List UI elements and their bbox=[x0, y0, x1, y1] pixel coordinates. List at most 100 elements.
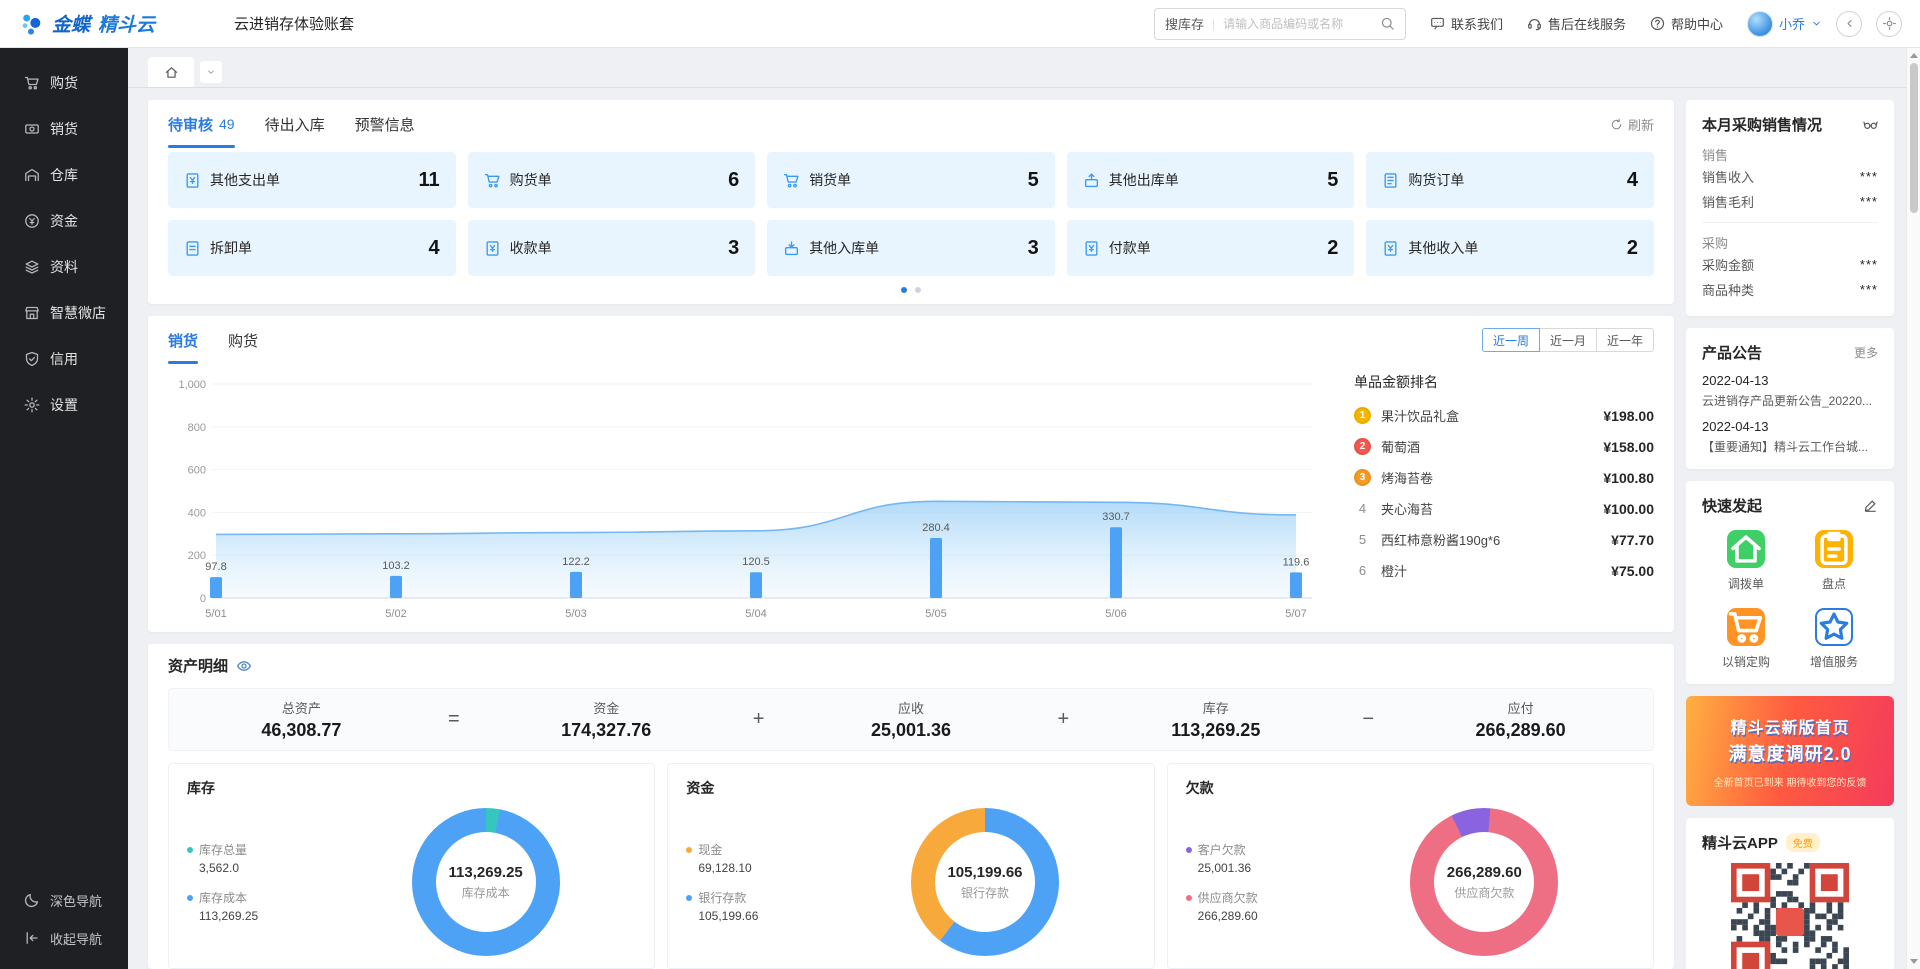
header-link-1[interactable]: 售后在线服务 bbox=[1527, 14, 1626, 33]
sales-chart-area: 02004006008001,00097.8103.2122.2120.5280… bbox=[168, 366, 1330, 622]
sidebar-item-5[interactable]: 智慧微店 bbox=[0, 290, 128, 336]
quick-action-0[interactable]: 调拨单 bbox=[1702, 530, 1790, 592]
glasses-icon[interactable] bbox=[1863, 117, 1878, 132]
sidebar-item-1[interactable]: 销货 bbox=[0, 106, 128, 152]
todo-tile-7[interactable]: 其他入库单 3 bbox=[767, 220, 1055, 276]
search-box[interactable]: 搜库存 | bbox=[1154, 8, 1406, 40]
sidebar-item-4[interactable]: 资料 bbox=[0, 244, 128, 290]
formula-value: 25,001.36 bbox=[779, 720, 1044, 741]
ranking-row-5[interactable]: 6 橙汁 ¥75.00 bbox=[1354, 555, 1654, 586]
range-button-2[interactable]: 近一年 bbox=[1596, 328, 1654, 352]
sidebar-footer-item-0[interactable]: 深色导航 bbox=[0, 881, 128, 919]
panel-legend: 现金 69,128.10 银行存款 105,199.66 bbox=[686, 841, 834, 923]
todo-tile-1[interactable]: 购货单 6 bbox=[468, 152, 756, 208]
quick-card-title: 快速发起 bbox=[1702, 495, 1762, 516]
header-link-0[interactable]: 联系我们 bbox=[1430, 14, 1503, 33]
search-input[interactable] bbox=[1223, 17, 1372, 31]
tab-dropdown-button[interactable] bbox=[200, 61, 222, 83]
scrollbar-thumb[interactable] bbox=[1910, 63, 1918, 213]
eye-icon[interactable] bbox=[236, 658, 252, 674]
chart-body: 02004006008001,00097.8103.2122.2120.5280… bbox=[148, 364, 1674, 632]
search-icon[interactable] bbox=[1380, 16, 1395, 31]
quick-action-2[interactable]: 以销定购 bbox=[1702, 608, 1790, 670]
range-button-0[interactable]: 近一周 bbox=[1482, 328, 1540, 352]
rank-amount: ¥158.00 bbox=[1603, 439, 1654, 455]
stat-value: *** bbox=[1860, 257, 1878, 272]
edit-icon[interactable] bbox=[1863, 498, 1878, 513]
notice-text: 云进销存产品更新公告_20220... bbox=[1702, 392, 1878, 409]
medal-icon: 3 bbox=[1354, 469, 1371, 486]
home-tab[interactable] bbox=[148, 57, 194, 87]
range-button-1[interactable]: 近一月 bbox=[1539, 328, 1597, 352]
todo-tab-1[interactable]: 待出入库 bbox=[265, 100, 325, 148]
vertical-scrollbar[interactable] bbox=[1906, 48, 1920, 969]
stat-label: 销售毛利 bbox=[1702, 192, 1754, 211]
todo-tile-0[interactable]: 其他支出单 11 bbox=[168, 152, 456, 208]
refresh-button[interactable]: 刷新 bbox=[1610, 115, 1654, 134]
sales-tab-1[interactable]: 购货 bbox=[228, 316, 258, 364]
tab-count: 49 bbox=[219, 116, 235, 132]
sale-icon bbox=[24, 121, 40, 137]
promo-banner[interactable]: 精斗云新版首页 满意度调研2.0 全新首页已到来 期待收到您的反馈 bbox=[1686, 696, 1894, 806]
ranking-row-4[interactable]: 5 西红柿意粉酱190g*6 ¥77.70 bbox=[1354, 524, 1654, 555]
todo-tile-2[interactable]: 销货单 5 bbox=[767, 152, 1055, 208]
ranking-row-1[interactable]: 2 葡萄酒 ¥158.00 bbox=[1354, 431, 1654, 462]
home-icon bbox=[164, 65, 179, 80]
sidebar-item-label: 购货 bbox=[50, 73, 78, 93]
app-logo[interactable]: 金蝶 精斗云 bbox=[18, 10, 168, 37]
header-links: 联系我们 售后在线服务 帮助中心 bbox=[1406, 14, 1723, 33]
todo-tile-4[interactable]: 购货订单 4 bbox=[1366, 152, 1654, 208]
todo-tile-6[interactable]: 收款单 3 bbox=[468, 220, 756, 276]
search-category[interactable]: 搜库存 bbox=[1165, 14, 1204, 33]
todo-tab-2[interactable]: 预警信息 bbox=[355, 100, 415, 148]
rank-name: 夹心海苔 bbox=[1381, 499, 1593, 518]
ranking-row-3[interactable]: 4 夹心海苔 ¥100.00 bbox=[1354, 493, 1654, 524]
scroll-down-arrow[interactable] bbox=[1910, 959, 1918, 964]
ranking-row-0[interactable]: 1 果汁饮品礼盒 ¥198.00 bbox=[1354, 400, 1654, 431]
back-circle-button[interactable] bbox=[1836, 11, 1862, 37]
todo-tab-0[interactable]: 待审核49 bbox=[168, 100, 235, 148]
sales-tab-0[interactable]: 销货 bbox=[168, 316, 198, 364]
sidebar-item-3[interactable]: 资金 bbox=[0, 198, 128, 244]
sidebar-item-0[interactable]: 购货 bbox=[0, 60, 128, 106]
todo-tile-8[interactable]: 付款单 2 bbox=[1067, 220, 1355, 276]
content-area: 待审核49 待出入库预警信息 刷新 其他支出单 11 购货单 6 销货单 5 其他… bbox=[128, 88, 1906, 969]
todo-tile-9[interactable]: 其他收入单 2 bbox=[1366, 220, 1654, 276]
top-header: 金蝶 精斗云 云进销存体验账套 搜库存 | 联系我们 售后在线服务 帮助中心 小乔 bbox=[0, 0, 1920, 48]
settings-icon bbox=[24, 397, 40, 413]
ranking-row-2[interactable]: 3 烤海苔卷 ¥100.80 bbox=[1354, 462, 1654, 493]
quick-action-3[interactable]: 增值服务 bbox=[1790, 608, 1878, 670]
todo-tile-3[interactable]: 其他出库单 5 bbox=[1067, 152, 1355, 208]
user-menu[interactable]: 小乔 bbox=[1747, 11, 1822, 37]
stat-row: 销售毛利 *** bbox=[1702, 189, 1878, 214]
left-column: 待审核49 待出入库预警信息 刷新 其他支出单 11 购货单 6 销货单 5 其他… bbox=[148, 100, 1674, 969]
quick-action-1[interactable]: 盘点 bbox=[1790, 530, 1878, 592]
formula-operator: + bbox=[1043, 708, 1083, 731]
pager-dot-1[interactable] bbox=[915, 287, 921, 293]
sidebar-item-2[interactable]: 仓库 bbox=[0, 152, 128, 198]
sidebar-item-6[interactable]: 信用 bbox=[0, 336, 128, 382]
target-circle-button[interactable] bbox=[1876, 11, 1902, 37]
tile-count: 2 bbox=[1627, 237, 1638, 260]
sidebar-item-7[interactable]: 设置 bbox=[0, 382, 128, 428]
formula-item-3: 库存 113,269.25 bbox=[1083, 698, 1348, 741]
todo-tile-5[interactable]: 拆卸单 4 bbox=[168, 220, 456, 276]
tile-count: 5 bbox=[1327, 169, 1338, 192]
sidebar-footer-item-1[interactable]: 收起导航 bbox=[0, 919, 128, 957]
scroll-up-arrow[interactable] bbox=[1910, 53, 1918, 58]
svg-text:5/07: 5/07 bbox=[1285, 608, 1306, 620]
account-title: 云进销存体验账套 bbox=[234, 13, 354, 34]
svg-text:280.4: 280.4 bbox=[922, 522, 950, 534]
svg-text:1,000: 1,000 bbox=[178, 379, 206, 391]
notice-item-1[interactable]: 2022-04-13 【重要通知】精斗云工作台城... bbox=[1702, 419, 1878, 455]
header-link-2[interactable]: 帮助中心 bbox=[1650, 14, 1723, 33]
svg-text:5/06: 5/06 bbox=[1105, 608, 1126, 620]
month-summary-card: 本月采购销售情况 销售 销售收入 *** 销售毛利 *** 采购 采购金额 **… bbox=[1686, 100, 1894, 316]
tile-count: 5 bbox=[1028, 169, 1039, 192]
more-link[interactable]: 更多 bbox=[1854, 344, 1878, 361]
stat-value: *** bbox=[1860, 194, 1878, 209]
pager-dot-0[interactable] bbox=[901, 287, 907, 293]
notice-item-0[interactable]: 2022-04-13 云进销存产品更新公告_20220... bbox=[1702, 373, 1878, 409]
avatar[interactable] bbox=[1747, 11, 1773, 37]
legend-label: 库存总量 bbox=[199, 841, 247, 858]
